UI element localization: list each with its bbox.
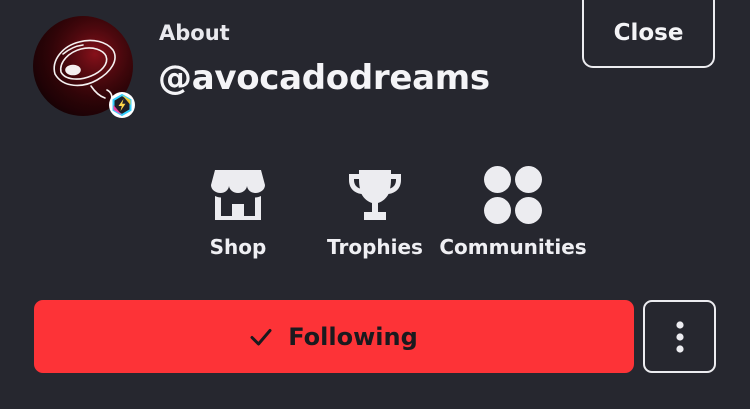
lightning-badge-icon [109,92,135,118]
nav-shop-label: Shop [209,235,267,259]
nav-shop[interactable]: Shop [199,165,277,259]
trophy-icon [345,165,405,225]
following-label: Following [288,322,418,351]
more-options-button[interactable] [643,300,716,373]
nav-communities[interactable]: Communities [439,165,587,259]
nav-trophies-label: Trophies [327,235,423,259]
following-button[interactable]: Following [34,300,634,373]
nav-communities-label: Communities [439,235,587,259]
about-heading: About [159,21,230,45]
profile-username: @avocadodreams [158,58,490,98]
vertical-ellipsis-icon [675,320,684,353]
nav-trophies[interactable]: Trophies [326,165,424,259]
close-button[interactable]: Close [582,0,715,68]
four-circles-icon [483,165,543,225]
checkmark-icon [250,328,272,345]
storefront-icon [208,165,268,225]
